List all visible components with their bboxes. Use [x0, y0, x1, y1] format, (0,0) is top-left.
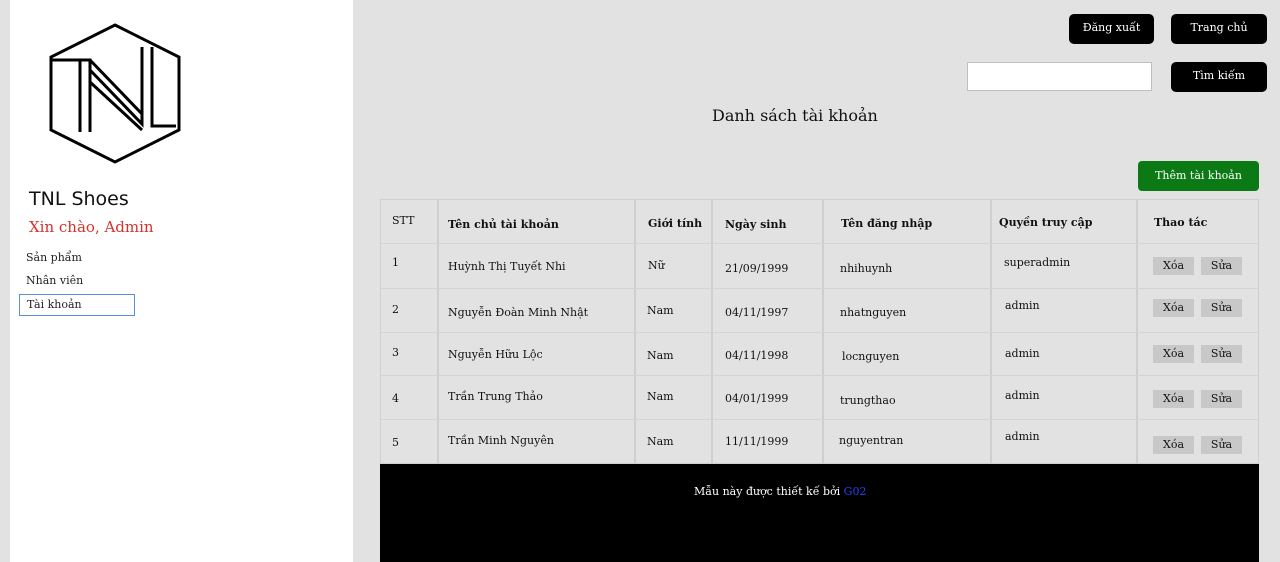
footer-credit: Mẫu này được thiết kế bởi G02 [694, 485, 866, 498]
delete-button[interactable]: Xóa [1153, 257, 1194, 275]
table-cell-stt: 1 [392, 256, 399, 269]
header-role: Quyền truy cập [999, 216, 1093, 229]
table-cell-dob: 04/11/1997 [725, 306, 789, 319]
greeting-text: Xin chào, Admin [29, 218, 154, 236]
brand-logo[interactable] [40, 22, 190, 171]
table-cell-username: trungthao [840, 394, 896, 407]
accounts-table: STT Tên chủ tài khoản Giới tính Ngày sin… [380, 199, 1259, 464]
table-cell-dob: 21/09/1999 [725, 262, 789, 275]
table-cell-name: Nguyễn Hữu Lộc [448, 348, 543, 361]
table-cell-stt: 3 [392, 346, 399, 359]
sidebar-item-employees[interactable]: Nhân viên [19, 271, 139, 294]
header-actions: Thao tác [1154, 216, 1208, 229]
row-divider [381, 332, 1258, 333]
header-stt: STT [392, 214, 415, 227]
table-cell-stt: 2 [392, 303, 399, 316]
sidebar: TNL Shoes Xin chào, Admin Sản phẩm Nhân … [10, 0, 353, 562]
row-divider [381, 288, 1258, 289]
footer: Mẫu này được thiết kế bởi G02 [380, 464, 1259, 562]
row-divider [381, 375, 1258, 376]
edit-button[interactable]: Sửa [1201, 257, 1242, 275]
table-cell-role: admin [1005, 299, 1040, 312]
table-cell-dob: 04/11/1998 [725, 349, 789, 362]
table-cell-name: Trần Minh Nguyên [448, 434, 554, 447]
header-username: Tên đăng nhập [841, 217, 933, 230]
table-cell-stt: 4 [392, 392, 399, 405]
table-cell-dob: 11/11/1999 [725, 435, 789, 448]
table-cell-name: Nguyễn Đoàn Minh Nhật [448, 306, 589, 319]
sidebar-nav: Sản phẩm Nhân viên Tài khoản [19, 248, 139, 316]
delete-button[interactable]: Xóa [1153, 390, 1194, 408]
header-dob: Ngày sinh [725, 218, 787, 231]
search-button[interactable]: Tìm kiếm [1171, 62, 1267, 92]
footer-text: Mẫu này được thiết kế bởi [694, 485, 841, 498]
edit-button[interactable]: Sửa [1201, 390, 1242, 408]
delete-button[interactable]: Xóa [1153, 345, 1194, 363]
table-cell-name: Trần Trung Thảo [448, 390, 543, 403]
footer-link[interactable]: G02 [844, 485, 867, 498]
header-owner-name: Tên chủ tài khoản [448, 218, 559, 231]
table-cell-role: superadmin [1004, 256, 1071, 269]
brand-name: TNL Shoes [29, 188, 129, 210]
table-cell-name: Huỳnh Thị Tuyết Nhi [448, 260, 566, 273]
table-cell-username: nguyentran [839, 434, 904, 447]
page-title: Danh sách tài khoản [712, 106, 878, 125]
table-cell-gender: Nam [647, 435, 674, 448]
table-cell-role: admin [1005, 389, 1040, 402]
delete-button[interactable]: Xóa [1153, 299, 1194, 317]
sidebar-item-products[interactable]: Sản phẩm [19, 248, 139, 271]
edit-button[interactable]: Sửa [1201, 436, 1242, 454]
table-cell-dob: 04/01/1999 [725, 392, 789, 405]
home-button[interactable]: Trang chủ [1171, 14, 1267, 44]
table-cell-stt: 5 [392, 436, 399, 449]
table-cell-role: admin [1005, 430, 1040, 443]
table-cell-gender: Nam [647, 349, 674, 362]
row-divider [381, 419, 1258, 420]
table-cell-gender: Nam [647, 304, 674, 317]
table-cell-role: admin [1005, 347, 1040, 360]
table-cell-gender: Nam [647, 390, 674, 403]
edit-button[interactable]: Sửa [1201, 299, 1242, 317]
sidebar-item-accounts[interactable]: Tài khoản [19, 294, 135, 316]
search-input[interactable] [967, 62, 1152, 91]
add-account-button[interactable]: Thêm tài khoản [1138, 161, 1259, 191]
table-cell-username: nhatnguyen [840, 306, 907, 319]
edit-button[interactable]: Sửa [1201, 345, 1242, 363]
header-gender: Giới tính [648, 217, 703, 230]
row-divider [381, 243, 1258, 244]
table-cell-username: locnguyen [842, 350, 900, 363]
logout-button[interactable]: Đăng xuất [1069, 14, 1154, 44]
table-cell-username: nhihuynh [840, 262, 893, 275]
delete-button[interactable]: Xóa [1153, 436, 1194, 454]
table-cell-gender: Nữ [648, 259, 665, 272]
